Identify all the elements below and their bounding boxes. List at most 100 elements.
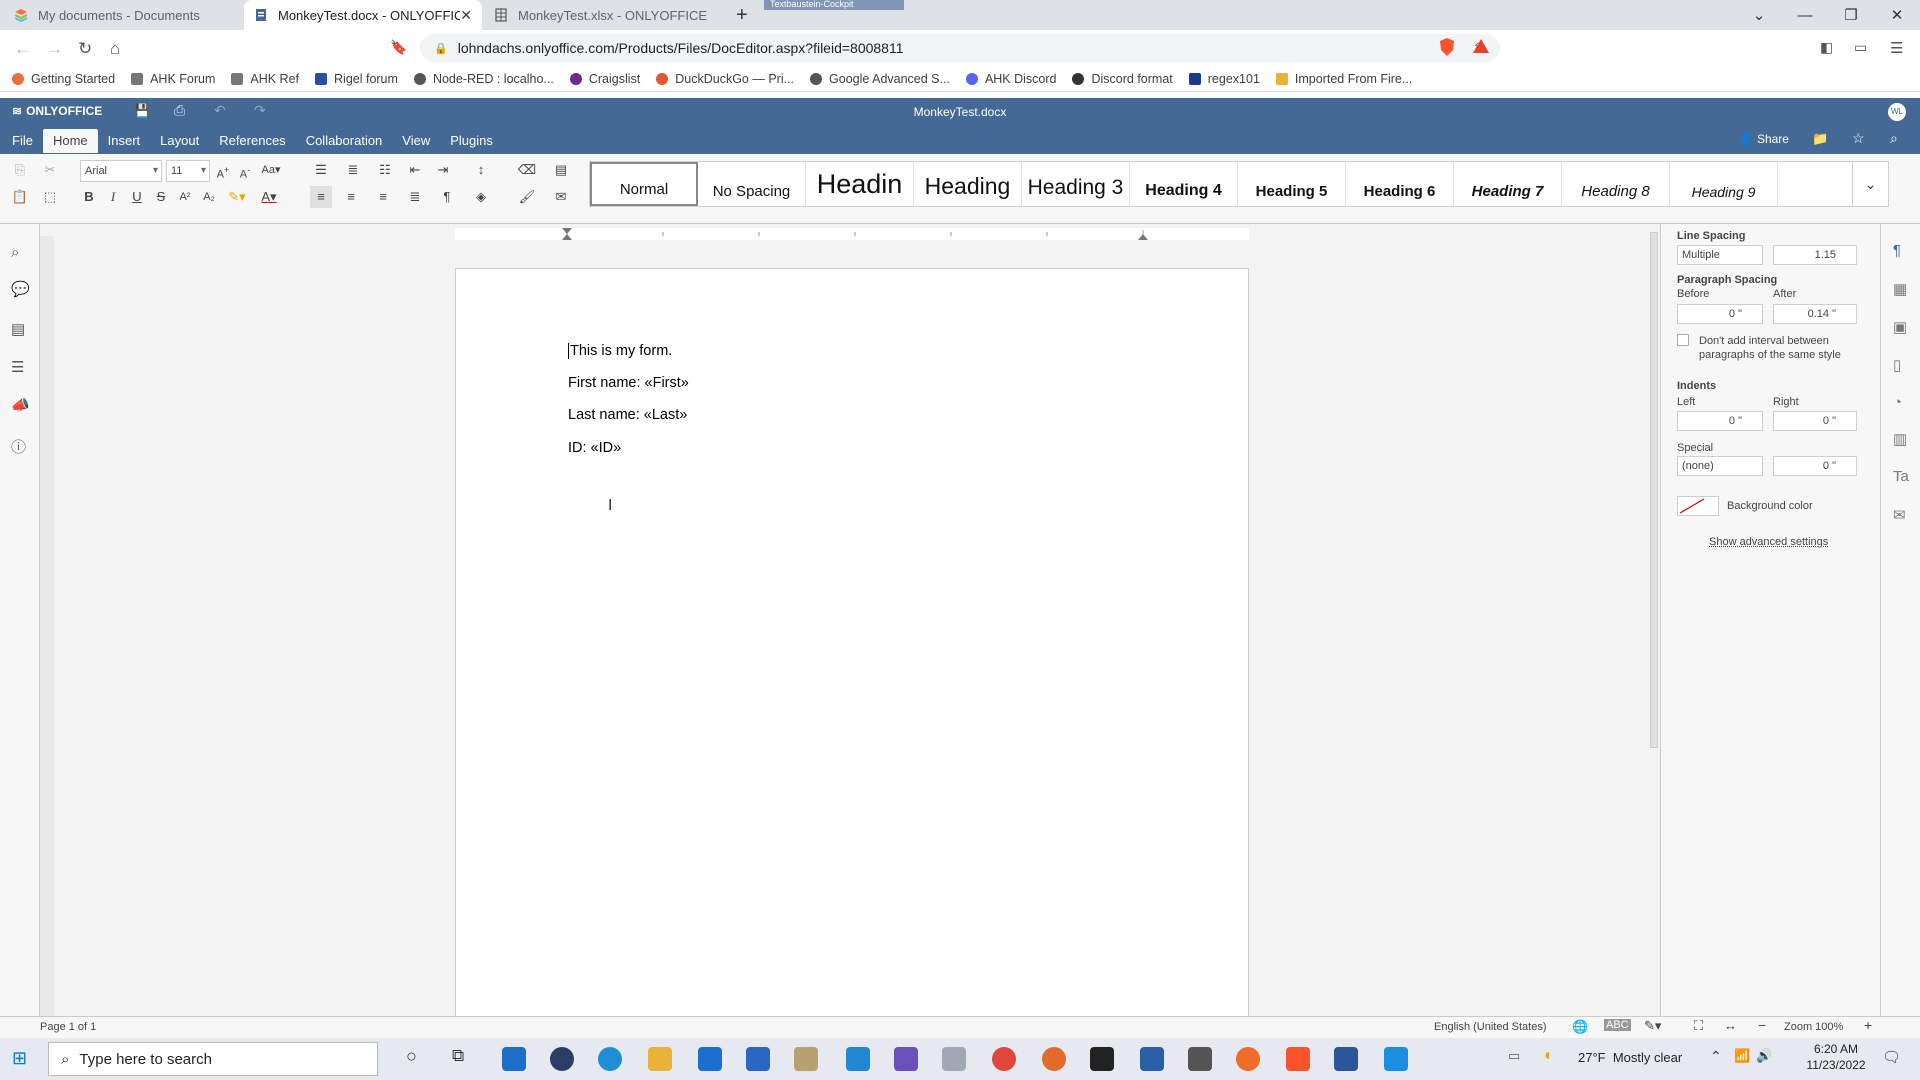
taskbar-app-gmail-icon[interactable]: [1188, 1047, 1212, 1071]
decrease-indent-icon[interactable]: ⇤: [404, 159, 426, 181]
tab-layout[interactable]: Layout: [150, 129, 209, 153]
taskbar-app-chrome-icon[interactable]: [992, 1047, 1016, 1071]
bookmark-ahk-forum[interactable]: AHK Forum: [131, 72, 215, 86]
underline-icon[interactable]: U: [126, 186, 148, 208]
vertical-scrollbar[interactable]: [1648, 224, 1660, 1016]
taskbar-app-mail-icon[interactable]: [698, 1047, 722, 1071]
browser-tab-docx[interactable]: MonkeyTest.docx - ONLYOFFICE ✕: [244, 0, 482, 30]
bookmark-rigel-forum[interactable]: Rigel forum: [315, 72, 398, 86]
print-icon[interactable]: ⎙: [174, 102, 185, 119]
align-left-icon[interactable]: ≡: [310, 186, 332, 208]
sidebar-toggle-icon[interactable]: ◧: [1820, 39, 1833, 56]
floating-window-label[interactable]: Textbaustein-Cockpit: [764, 0, 904, 10]
strikethrough-icon[interactable]: S: [150, 186, 172, 208]
style-heading-8[interactable]: Heading 8: [1562, 162, 1670, 206]
font-color-icon[interactable]: A▾: [258, 186, 280, 208]
mail-merge-settings-icon[interactable]: ✉: [1893, 506, 1906, 524]
fit-width-icon[interactable]: ↔: [1724, 1018, 1737, 1033]
numbering-icon[interactable]: ≣: [342, 159, 364, 181]
after-spacing-input[interactable]: 0.14 ": [1773, 304, 1857, 324]
taskbar-app-github-icon[interactable]: [550, 1047, 574, 1071]
taskbar-app-explorer-icon[interactable]: [648, 1047, 672, 1071]
cut-icon[interactable]: ✂: [39, 159, 61, 181]
taskbar-app-edge-icon[interactable]: [598, 1047, 622, 1071]
align-center-icon[interactable]: ≡: [340, 186, 362, 208]
search-icon[interactable]: ⌕: [11, 244, 19, 261]
header-footer-icon[interactable]: ▯: [1893, 356, 1901, 374]
bookmark-discord-format[interactable]: Discord format: [1072, 72, 1173, 86]
font-name-select[interactable]: Arial: [80, 160, 162, 182]
taskbar-search-input[interactable]: ⌕ Type here to search: [48, 1042, 378, 1076]
highlight-icon[interactable]: ✎▾: [226, 186, 248, 208]
nonprinting-chars-icon[interactable]: ¶: [436, 186, 458, 208]
line-spacing-value-input[interactable]: 1.15: [1773, 245, 1857, 265]
comments-icon[interactable]: 💬: [11, 280, 30, 298]
clear-style-icon[interactable]: ⌫: [516, 159, 538, 181]
multilevel-list-icon[interactable]: ☷: [374, 159, 396, 181]
open-location-icon[interactable]: 📁: [1812, 131, 1828, 147]
bookmark-ahk-ref[interactable]: AHK Ref: [231, 72, 299, 86]
doc-paragraph-4[interactable]: ID: «ID»: [568, 440, 621, 456]
tab-insert[interactable]: Insert: [98, 129, 151, 153]
tray-expand-icon[interactable]: ⌃: [1710, 1048, 1722, 1065]
dont-add-interval-checkbox[interactable]: [1677, 334, 1689, 346]
tab-collaboration[interactable]: Collaboration: [296, 129, 393, 153]
taskbar-app-brave-icon[interactable]: [1286, 1047, 1310, 1071]
copy-icon[interactable]: ⎘: [9, 159, 31, 181]
paragraph-shading-icon[interactable]: ◈: [470, 186, 492, 208]
style-heading-9[interactable]: Heading 9: [1670, 162, 1778, 206]
bookmark-craigslist[interactable]: Craigslist: [569, 72, 640, 86]
image-settings-icon[interactable]: ▣: [1893, 318, 1907, 336]
increase-indent-icon[interactable]: ⇥: [432, 159, 454, 181]
bookmark-icon[interactable]: 🔖: [390, 39, 407, 56]
bold-icon[interactable]: B: [78, 186, 100, 208]
bookmark-node-red[interactable]: Node-RED : localho...: [413, 72, 554, 86]
menu-icon[interactable]: ☰: [1890, 39, 1903, 57]
scrollbar-thumb[interactable]: [1650, 232, 1658, 748]
style-no-spacing[interactable]: No Spacing: [698, 162, 806, 206]
change-case-icon[interactable]: Aa▾: [260, 159, 282, 181]
bookmark-getting-started[interactable]: Getting Started: [12, 72, 115, 86]
bookmark-folder-imported[interactable]: Imported From Fire...: [1275, 72, 1412, 86]
redo-icon[interactable]: ↷: [254, 102, 266, 119]
style-gallery-expand-icon[interactable]: ⌄: [1852, 162, 1888, 206]
zoom-out-icon[interactable]: −: [1758, 1017, 1766, 1033]
style-heading-1[interactable]: Headin: [806, 162, 914, 206]
brave-shield-icon[interactable]: [1438, 37, 1456, 62]
text-art-icon[interactable]: Ta: [1893, 468, 1909, 485]
superscript-icon[interactable]: A²: [174, 186, 196, 208]
taskbar-app-remote-desktop-icon[interactable]: [502, 1047, 526, 1071]
back-icon[interactable]: ←: [14, 39, 31, 59]
justify-icon[interactable]: ≣: [404, 186, 426, 208]
tab-search-icon[interactable]: ⌄: [1736, 6, 1782, 24]
style-normal[interactable]: Normal: [590, 162, 698, 206]
taskbar-app-window-icon[interactable]: [1384, 1047, 1408, 1071]
italic-icon[interactable]: I: [102, 186, 124, 208]
storage-tray-icon[interactable]: ▭: [1508, 1048, 1520, 1064]
avatar[interactable]: WL: [1888, 103, 1906, 121]
style-heading-5[interactable]: Heading 5: [1238, 162, 1346, 206]
brave-rewards-icon[interactable]: [1472, 37, 1490, 60]
line-spacing-type-select[interactable]: Multiple: [1677, 245, 1763, 265]
show-advanced-settings-link[interactable]: Show advanced settings: [1709, 536, 1828, 548]
tab-home[interactable]: Home: [42, 129, 98, 153]
share-button[interactable]: 👤 Share: [1738, 132, 1789, 146]
horizontal-ruler[interactable]: [455, 228, 1249, 240]
doc-paragraph-3[interactable]: Last name: «Last»: [568, 407, 687, 423]
navigation-icon[interactable]: ☰: [11, 358, 24, 376]
tab-references[interactable]: References: [209, 129, 295, 153]
doc-paragraph-2[interactable]: First name: «First»: [568, 375, 689, 391]
taskbar-app-terminal-icon[interactable]: [1090, 1047, 1114, 1071]
line-spacing-icon[interactable]: ↕: [470, 159, 492, 181]
copy-style-icon[interactable]: 🖌: [516, 186, 538, 208]
taskbar-app-powershell-icon[interactable]: [1140, 1047, 1164, 1071]
bullets-icon[interactable]: ☰: [310, 159, 332, 181]
special-indent-select[interactable]: (none): [1677, 456, 1763, 476]
cortana-icon[interactable]: ○: [406, 1046, 417, 1067]
close-window-button[interactable]: ✕: [1874, 6, 1920, 24]
track-changes-icon[interactable]: ▤: [11, 320, 25, 338]
before-spacing-input[interactable]: 0 ": [1677, 304, 1763, 324]
style-heading-4[interactable]: Heading 4: [1130, 162, 1238, 206]
clock-time[interactable]: 6:20 AM: [1804, 1042, 1868, 1056]
globe-icon[interactable]: 🌐: [1572, 1019, 1588, 1035]
